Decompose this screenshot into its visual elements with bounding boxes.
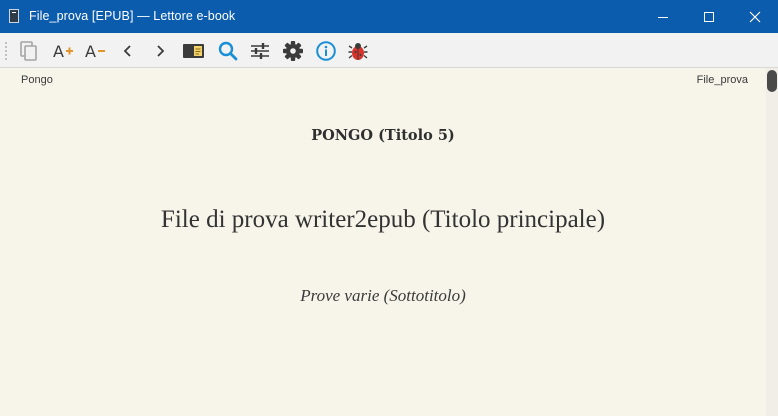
search-button[interactable]	[215, 38, 241, 63]
preferences-button[interactable]	[247, 38, 273, 63]
forward-button[interactable]	[147, 38, 173, 63]
debug-button[interactable]	[345, 38, 371, 63]
scrollbar-thumb[interactable]	[767, 70, 777, 92]
table-of-contents-button[interactable]	[181, 38, 207, 63]
title-bar: File_prova [EPUB] — Lettore e-book	[0, 0, 778, 33]
maximize-button[interactable]	[686, 0, 732, 33]
close-icon	[749, 11, 761, 22]
font-decrease-icon: A	[85, 42, 105, 61]
info-button[interactable]	[313, 38, 339, 63]
close-button[interactable]	[732, 0, 778, 33]
font-decrease-button[interactable]: A	[82, 38, 108, 63]
reader-view[interactable]: Pongo File_prova PONGO (Titolo 5) File d…	[0, 68, 778, 416]
font-increase-icon: A	[53, 42, 73, 61]
font-increase-button[interactable]: A	[50, 38, 76, 63]
toc-icon	[183, 43, 204, 58]
main-title: File di prova writer2epub (Titolo princi…	[160, 206, 606, 233]
subtitle: Prove varie (Sottotitolo)	[300, 286, 466, 305]
svg-text:A: A	[53, 42, 64, 61]
copy-button[interactable]	[16, 38, 42, 63]
settings-button[interactable]	[280, 38, 306, 63]
sliders-icon	[251, 42, 269, 59]
heading-level-5: PONGO (Titolo 5)	[311, 127, 455, 144]
bug-icon	[348, 42, 368, 60]
running-header-book: File_prova	[696, 74, 748, 86]
gear-icon	[283, 40, 303, 61]
maximize-icon	[704, 11, 714, 22]
back-icon	[123, 44, 131, 57]
search-icon	[218, 41, 238, 60]
minimize-button[interactable]	[640, 0, 686, 33]
running-header-chapter: Pongo	[21, 74, 53, 86]
toolbar: A A	[0, 33, 778, 68]
book-app-icon	[9, 9, 19, 23]
scrollbar[interactable]	[766, 68, 778, 416]
svg-text:A: A	[85, 42, 96, 61]
forward-icon	[157, 44, 165, 57]
window-title: File_prova [EPUB] — Lettore e-book	[29, 9, 236, 23]
copy-icon	[20, 40, 37, 61]
minimize-icon	[658, 16, 668, 18]
back-button[interactable]	[115, 38, 141, 63]
toolbar-grip[interactable]	[4, 41, 8, 60]
info-icon	[316, 40, 336, 61]
